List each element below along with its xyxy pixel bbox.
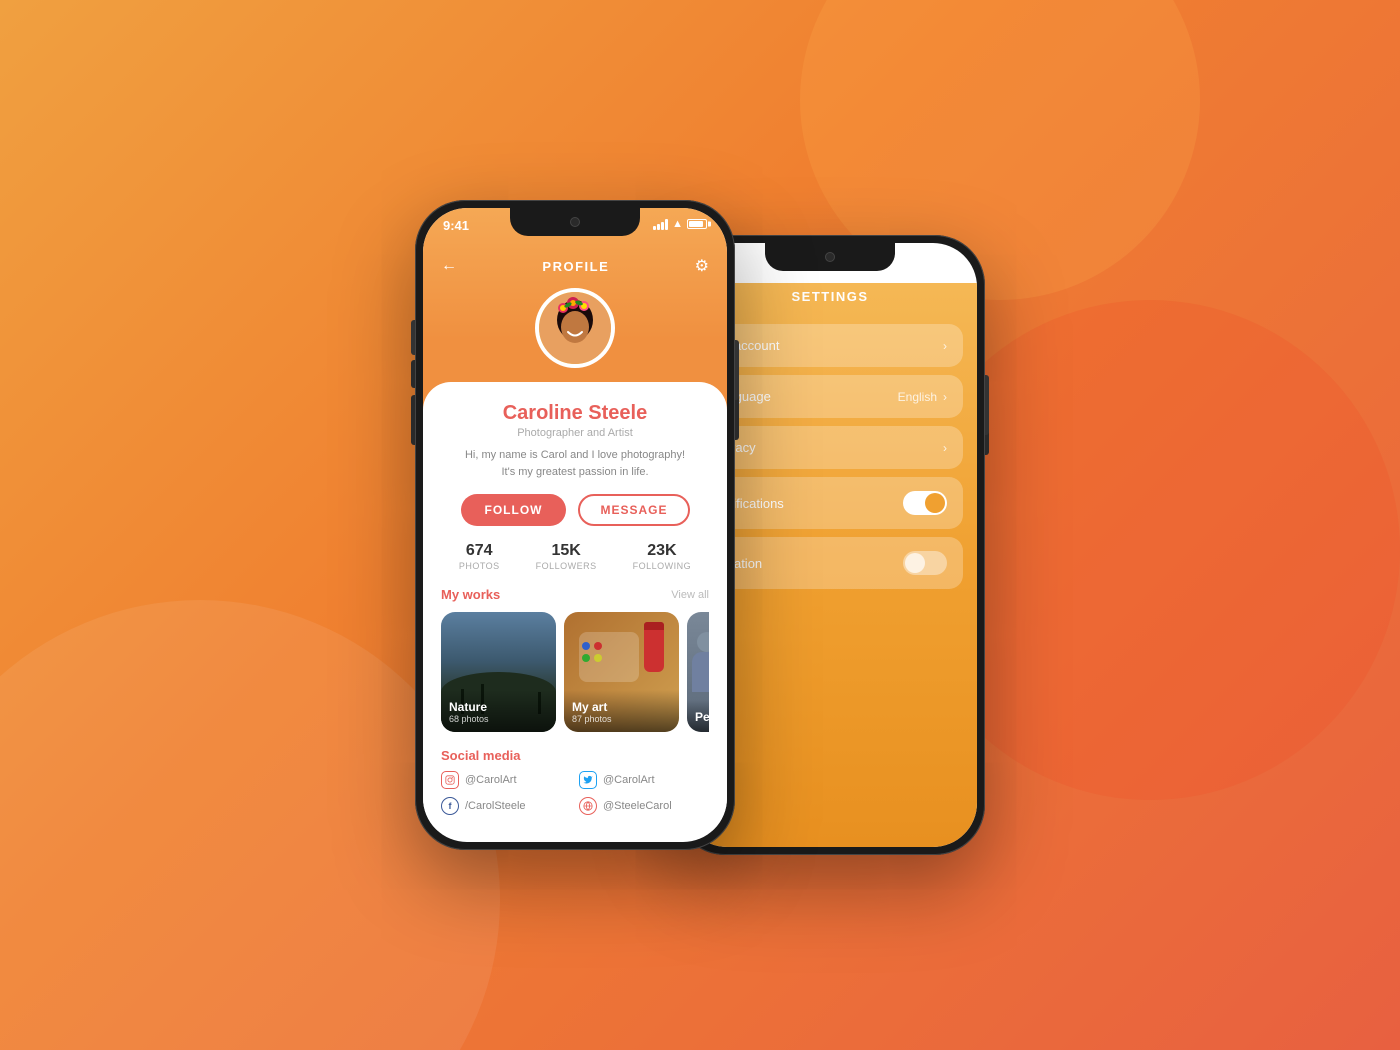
wifi-icon-2: ▲ <box>922 253 933 265</box>
stat-photos: 674 PHOTOS <box>441 542 518 571</box>
phone-profile: 9:41 ▲ <box>415 200 735 850</box>
avatar[interactable] <box>535 288 615 368</box>
chevron-privacy: › <box>943 441 947 455</box>
language-right: English › <box>898 390 947 404</box>
stat-followers-value: 15K <box>536 542 597 560</box>
white-card: Caroline Steele Photographer and Artist … <box>423 382 727 831</box>
signal-icon <box>653 219 668 230</box>
wifi-icon: ▲ <box>672 218 683 230</box>
back-button[interactable]: ← <box>441 257 457 275</box>
work-name-people: Peo... <box>695 710 709 724</box>
settings-item-location[interactable]: Location <box>697 537 963 589</box>
twitter-icon <box>579 771 597 789</box>
nature-overlay: Nature 68 photos <box>441 690 556 732</box>
settings-item-notifications[interactable]: Notifications <box>697 477 963 529</box>
notch-2 <box>765 243 895 271</box>
twitter-handle: @CarolArt <box>603 774 655 786</box>
social-grid: @CarolArt @CarolArt <box>441 771 709 815</box>
settings-title: SETTINGS <box>791 289 868 304</box>
social-globe[interactable]: @SteeleCarol <box>579 797 709 815</box>
profile-screen: 9:41 ▲ <box>423 208 727 842</box>
avatar-image <box>539 292 611 364</box>
social-twitter[interactable]: @CarolArt <box>579 771 709 789</box>
notifications-toggle[interactable] <box>903 491 947 515</box>
follow-button[interactable]: FOLLOW <box>461 494 567 526</box>
chevron-account: › <box>943 339 947 353</box>
profile-subtitle: Photographer and Artist <box>441 427 709 439</box>
profile-name: Caroline Steele <box>441 402 709 425</box>
language-value: English <box>898 390 937 404</box>
status-icons-2: ▲ <box>903 251 957 265</box>
avatar-container <box>423 288 727 368</box>
works-grid: Nature 68 photos <box>441 612 709 732</box>
art-overlay: My art 87 photos <box>564 690 679 732</box>
stat-photos-value: 674 <box>459 542 500 560</box>
globe-icon <box>579 797 597 815</box>
settings-icon[interactable]: ⚙ <box>695 256 709 276</box>
phones-container: 9:41 ▲ <box>0 0 1400 1050</box>
location-toggle[interactable] <box>903 551 947 575</box>
chevron-language: › <box>943 390 947 404</box>
profile-nav: ← PROFILE ⚙ <box>423 248 727 276</box>
works-section-header: My works View all <box>441 587 709 602</box>
work-card-nature[interactable]: Nature 68 photos <box>441 612 556 732</box>
social-facebook[interactable]: f /CarolSteele <box>441 797 571 815</box>
battery-icon <box>687 219 707 229</box>
work-card-people[interactable]: › Peo... <box>687 612 709 732</box>
profile-content[interactable]: ← PROFILE ⚙ <box>423 248 727 842</box>
view-all-link[interactable]: View all <box>671 589 709 601</box>
status-icons: ▲ <box>653 216 707 230</box>
stats-row: 674 PHOTOS 15K FOLLOWERS 23K FOLLOWING <box>441 542 709 571</box>
stat-followers: 15K FOLLOWERS <box>518 542 615 571</box>
works-title: My works <box>441 587 500 602</box>
message-button[interactable]: MESSAGE <box>578 494 689 526</box>
work-card-art[interactable]: My art 87 photos <box>564 612 679 732</box>
action-buttons: FOLLOW MESSAGE <box>441 494 709 526</box>
social-instagram[interactable]: @CarolArt <box>441 771 571 789</box>
battery-icon-2 <box>937 254 957 264</box>
camera-dot <box>570 217 580 227</box>
work-name-art: My art <box>572 700 671 714</box>
instagram-icon <box>441 771 459 789</box>
camera-dot-2 <box>825 252 835 262</box>
notch <box>510 208 640 236</box>
stat-following-label: FOLLOWING <box>633 561 692 571</box>
work-count-nature: 68 photos <box>449 714 548 724</box>
stat-following: 23K FOLLOWING <box>615 542 710 571</box>
instagram-handle: @CarolArt <box>465 774 517 786</box>
work-name-nature: Nature <box>449 700 548 714</box>
profile-bio: Hi, my name is Carol and I love photogra… <box>441 447 709 480</box>
work-count-art: 87 photos <box>572 714 671 724</box>
profile-title: PROFILE <box>542 259 609 274</box>
stat-photos-label: PHOTOS <box>459 561 500 571</box>
social-section: Social media @CarolAr <box>441 748 709 815</box>
signal-icon-2 <box>903 254 918 265</box>
people-overlay: Peo... <box>687 700 709 732</box>
status-time: 9:41 <box>443 216 469 233</box>
stat-followers-label: FOLLOWERS <box>536 561 597 571</box>
stat-following-value: 23K <box>633 542 692 560</box>
globe-handle: @SteeleCarol <box>603 800 672 812</box>
social-title: Social media <box>441 748 709 763</box>
facebook-handle: /CarolSteele <box>465 800 526 812</box>
facebook-icon: f <box>441 797 459 815</box>
